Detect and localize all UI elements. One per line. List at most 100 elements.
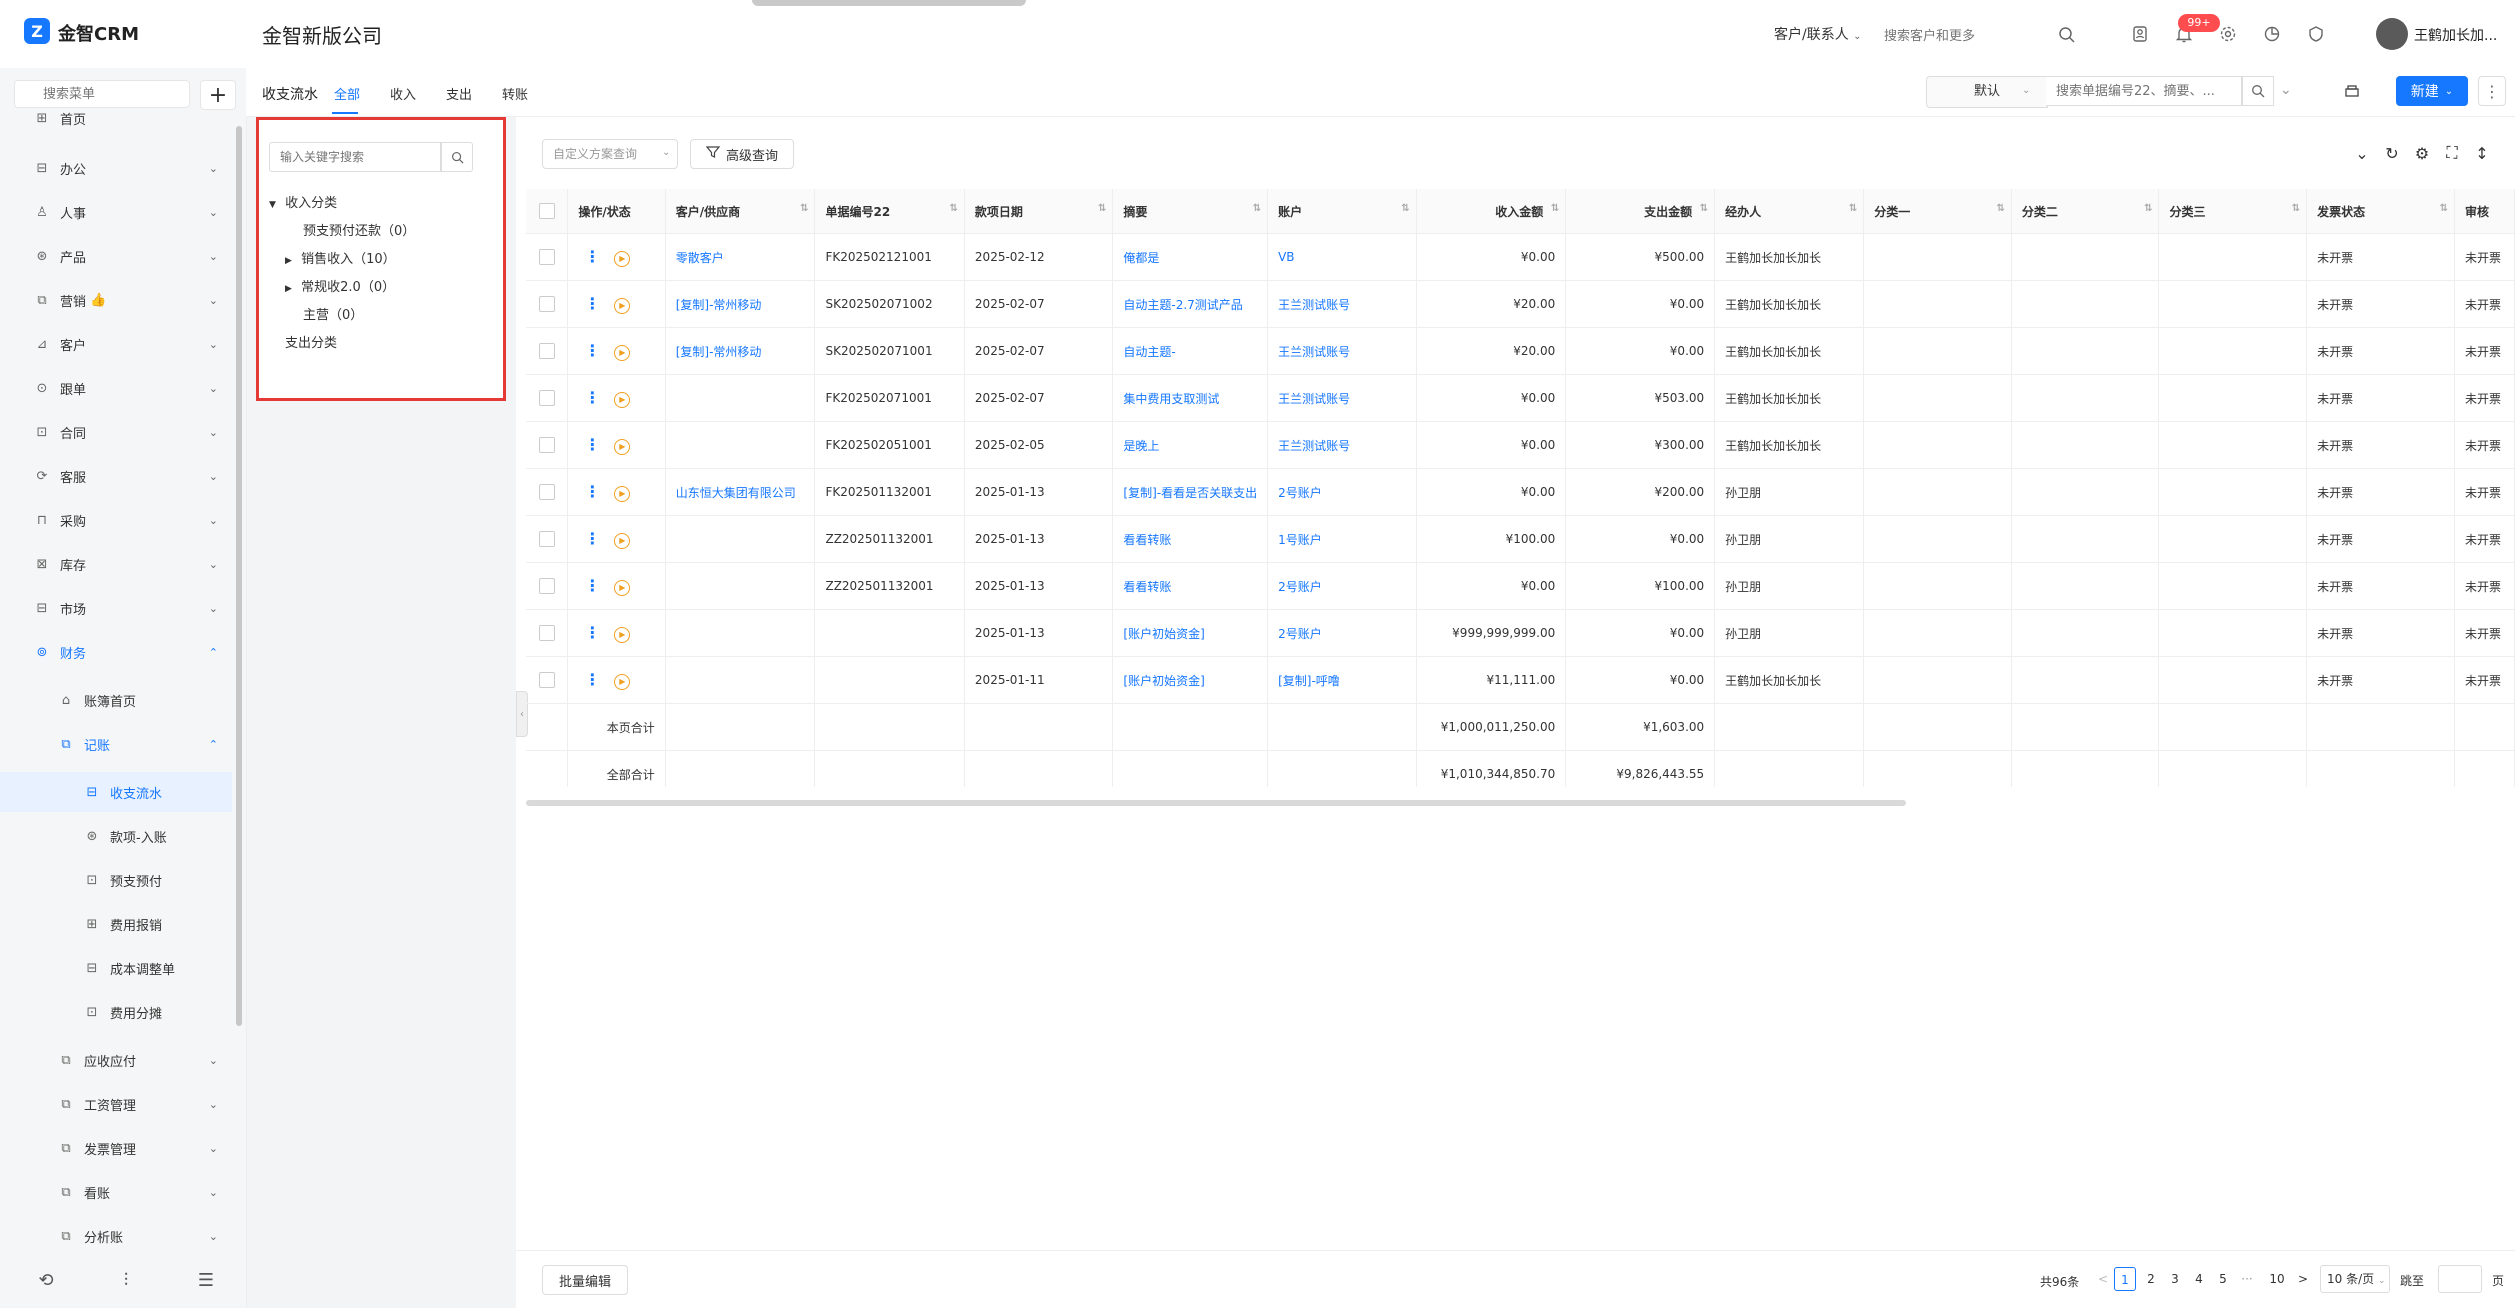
sidebar-item-home[interactable]: ⊞ 首页	[0, 104, 232, 132]
collapse-menu-icon[interactable]: ☰	[194, 1268, 218, 1292]
sidebar-item-market[interactable]: ⊟ 市场 ⌄	[0, 588, 232, 628]
app-logo[interactable]: Z	[24, 18, 50, 44]
table-row[interactable]: ⋮ ▶ ZZ202501132001 2025-01-13 看看转账 1号账户 ¥100.0…	[526, 515, 2515, 563]
summary-cell[interactable]: 自动主题-2.7测试产品	[1112, 280, 1269, 328]
avatar[interactable]	[2376, 18, 2408, 50]
sort-icon[interactable]: ⇅	[1401, 203, 1409, 214]
table-row[interactable]: ⋮ ▶ 零散客户 FK202502121001 2025-02-12 俺都是 VB ¥0.00…	[526, 233, 2515, 281]
account-cell[interactable]: 1号账户	[1267, 515, 1417, 563]
gear-icon[interactable]	[2214, 20, 2242, 48]
account-cell[interactable]: 2号账户	[1267, 562, 1417, 610]
account-cell[interactable]: 2号账户	[1267, 609, 1417, 657]
row-actions-icon[interactable]: ⋮	[584, 670, 600, 689]
advanced-query-button[interactable]: 高级查询	[690, 139, 794, 169]
row-actions-icon[interactable]: ⋮	[584, 247, 600, 266]
sort-icon[interactable]: ⇅	[1849, 203, 1857, 214]
sidebar-item-marketing[interactable]: ⧉ 营销 👍 ⌄	[0, 280, 232, 320]
column-header[interactable]: 分类一 ⇅	[1863, 189, 2012, 234]
sidebar-item-followup[interactable]: ⊙ 跟单 ⌄	[0, 368, 232, 408]
search-icon[interactable]	[441, 142, 473, 172]
table-row[interactable]: ⋮ ▶ 2025-01-13 [账户初始资金] 2号账户 ¥999,999,999.00 ¥…	[526, 609, 2515, 657]
sidebar-item-cashflow[interactable]: ⊟ 收支流水	[0, 772, 232, 812]
tree-node-main-business[interactable]: 主营（0）	[303, 304, 363, 323]
sort-icon[interactable]: ⇅	[800, 203, 808, 214]
jump-page-input[interactable]	[2438, 1265, 2482, 1293]
sidebar-item-office[interactable]: ⊟ 办公 ⌄	[0, 148, 232, 188]
row-height-icon[interactable]: ↕	[2470, 141, 2494, 165]
row-checkbox[interactable]	[538, 343, 555, 359]
double-chevron-down-icon[interactable]: ⌄	[2350, 141, 2374, 165]
row-actions-icon[interactable]: ⋮	[584, 623, 600, 642]
tree-node-prepay-repay[interactable]: 预支预付还款（0）	[303, 220, 415, 239]
sort-icon[interactable]: ⇅	[2144, 203, 2152, 214]
row-checkbox[interactable]	[538, 296, 555, 312]
sidebar-item-analysis[interactable]: ⧉ 分析账 ⌄	[0, 1216, 232, 1256]
sidebar-item-receipt-entry[interactable]: ⊛ 款项-入账	[0, 816, 232, 856]
sidebar-item-view-accounts[interactable]: ⧉ 看账 ⌄	[0, 1172, 232, 1212]
fullscreen-icon[interactable]: ⛶	[2440, 141, 2464, 165]
column-header[interactable]: 摘要 ⇅	[1112, 189, 1269, 234]
row-checkbox[interactable]	[538, 531, 555, 547]
table-row[interactable]: ⋮ ▶ ZZ202501132001 2025-01-13 看看转账 2号账户 ¥0.00 ¥…	[526, 562, 2515, 610]
summary-cell[interactable]: 看看转账	[1112, 562, 1269, 610]
sidebar-item-expense-claim[interactable]: ⊞ 费用报销	[0, 904, 232, 944]
select-all-checkbox-cell[interactable]	[526, 189, 569, 234]
sidebar-item-cost-adjust[interactable]: ⊟ 成本调整单	[0, 948, 232, 988]
account-cell[interactable]: 王兰测试账号	[1267, 280, 1417, 328]
gear-icon[interactable]: ⚙	[2410, 141, 2434, 165]
tree-node-income-category[interactable]: ▼ 收入分类	[269, 192, 337, 211]
sort-icon[interactable]: ⇅	[1253, 203, 1261, 214]
print-icon[interactable]	[2340, 80, 2364, 104]
sidebar-item-ledger-home[interactable]: ⌂ 账簿首页	[0, 680, 232, 720]
caret-right-icon[interactable]: ▶	[285, 256, 297, 266]
tree-node-expense-category[interactable]: 支出分类	[285, 332, 337, 351]
sort-icon[interactable]: ⇅	[1098, 203, 1106, 214]
caret-down-icon[interactable]: ▼	[269, 200, 281, 210]
sidebar-item-prepayment[interactable]: ⊡ 预支预付	[0, 860, 232, 900]
table-row[interactable]: ⋮ ▶ FK202502071001 2025-02-07 集中费用支取测试 王兰测试账号…	[526, 374, 2515, 422]
row-checkbox[interactable]	[538, 578, 555, 594]
column-header[interactable]: 收入金额 ⇅	[1416, 189, 1567, 234]
row-checkbox[interactable]	[538, 437, 555, 453]
column-header[interactable]: 款项日期 ⇅	[964, 189, 1114, 234]
sidebar-item-service[interactable]: ⟳ 客服 ⌄	[0, 456, 232, 496]
summary-cell[interactable]: 俺都是	[1112, 233, 1269, 281]
account-cell[interactable]: [复制]-呼噜	[1267, 656, 1417, 704]
summary-cell[interactable]: 集中费用支取测试	[1112, 374, 1269, 422]
sort-icon[interactable]: ⇅	[1700, 203, 1708, 214]
account-cell[interactable]: 王兰测试账号	[1267, 421, 1417, 469]
contacts-icon[interactable]	[2126, 20, 2154, 48]
doc-search-input[interactable]	[2046, 76, 2242, 106]
sort-icon[interactable]: ⇅	[950, 203, 958, 214]
sort-icon[interactable]: ⇅	[2292, 203, 2300, 214]
sort-icon[interactable]: ⇅	[2440, 203, 2448, 214]
column-header[interactable]: 经办人 ⇅	[1714, 189, 1865, 234]
tab-expense[interactable]: 支出	[446, 84, 472, 103]
tree-node-regular-income[interactable]: ▶ 常规收2.0（0）	[285, 276, 395, 295]
history-icon[interactable]: ⟲	[34, 1268, 58, 1292]
account-cell[interactable]: 2号账户	[1267, 468, 1417, 516]
column-header[interactable]: 分类三 ⇅	[2158, 189, 2308, 234]
pie-chart-icon[interactable]	[2258, 20, 2286, 48]
column-header[interactable]: 操作/状态	[567, 189, 666, 234]
sidebar-item-product[interactable]: ⊛ 产品 ⌄	[0, 236, 232, 276]
row-actions-icon[interactable]: ⋮	[584, 529, 600, 548]
settings-sliders-icon[interactable]: ⫶	[114, 1268, 138, 1292]
chevron-down-icon[interactable]: ⌄	[2280, 82, 2292, 98]
sidebar-item-hr[interactable]: ♙ 人事 ⌄	[0, 192, 232, 232]
page-5[interactable]: 5	[2212, 1267, 2234, 1291]
customer-cell[interactable]	[665, 374, 816, 422]
page-3[interactable]: 3	[2164, 1267, 2186, 1291]
customer-cell[interactable]	[665, 562, 816, 610]
filter-scheme-select[interactable]: 自定义方案查询	[542, 139, 678, 169]
page-ellipsis[interactable]: ···	[2236, 1267, 2258, 1291]
account-cell[interactable]: VB	[1267, 233, 1417, 281]
sidebar-item-finance[interactable]: ⊚ 财务 ⌃	[0, 632, 232, 672]
summary-cell[interactable]: [复制]-看看是否关联支出	[1112, 468, 1269, 516]
summary-cell[interactable]: 自动主题-	[1112, 327, 1269, 375]
customer-cell[interactable]: [复制]-常州移动	[665, 327, 816, 375]
row-actions-icon[interactable]: ⋮	[584, 435, 600, 454]
row-actions-icon[interactable]: ⋮	[584, 388, 600, 407]
row-actions-icon[interactable]: ⋮	[584, 576, 600, 595]
page-size-select[interactable]: 10 条/页 ⌄	[2320, 1265, 2390, 1293]
